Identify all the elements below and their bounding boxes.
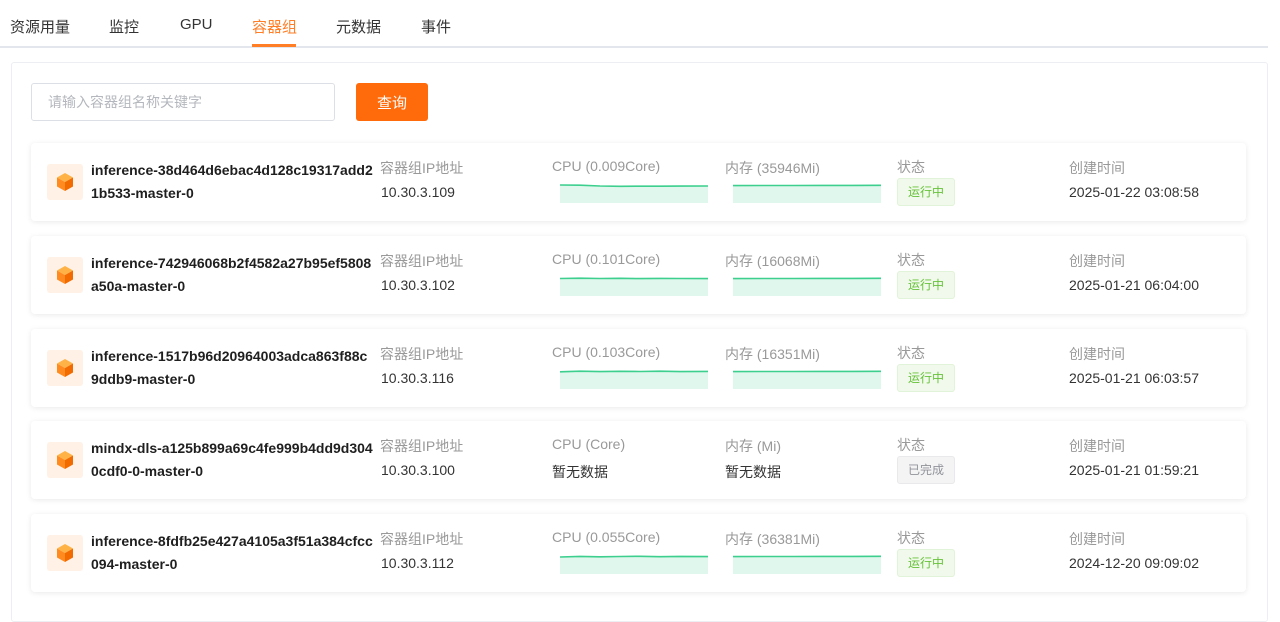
pod-name[interactable]: inference-8fdfb25e427a4105a3f51a384cfcc0… [91, 530, 373, 576]
usage-sparkline [560, 277, 708, 296]
memory-label: 内存 (36381Mi) [725, 531, 820, 547]
status-badge: 运行中 [897, 271, 956, 299]
cpu-label: CPU (0.103Core) [552, 344, 661, 360]
status-badge: 运行中 [897, 549, 956, 577]
active-tab-indicator [252, 44, 296, 47]
cpu-empty-text: 暂无数据 [552, 464, 608, 480]
cube-icon [47, 257, 83, 293]
memory-label: 内存 (16351Mi) [725, 346, 820, 362]
usage-sparkline [560, 184, 708, 203]
ip-label: 容器组IP地址 [380, 253, 464, 269]
memory-label: 内存 (35946Mi) [725, 160, 820, 176]
created-time: 2025-01-21 06:03:57 [1069, 370, 1199, 386]
created-label: 创建时间 [1069, 160, 1125, 176]
pod-name[interactable]: mindx-dls-a125b899a69c4fe999b4dd9d3040cd… [91, 437, 373, 483]
usage-sparkline [733, 184, 881, 203]
status-label: 状态 [897, 252, 925, 268]
tab-events[interactable]: 事件 [421, 16, 451, 37]
ip-label: 容器组IP地址 [380, 160, 464, 176]
tab-metadata[interactable]: 元数据 [336, 16, 381, 37]
pod-name[interactable]: inference-1517b96d20964003adca863f88c9dd… [91, 345, 373, 391]
ip-label: 容器组IP地址 [380, 346, 464, 362]
status-badge: 已完成 [897, 456, 956, 484]
pod-search-input[interactable] [31, 83, 335, 121]
created-time: 2024-12-20 09:09:02 [1069, 555, 1199, 571]
created-time: 2025-01-21 01:59:21 [1069, 462, 1199, 478]
status-label: 状态 [897, 345, 925, 361]
search-button[interactable]: 查询 [356, 83, 428, 121]
cpu-label: CPU (Core) [552, 436, 626, 452]
usage-sparkline [733, 277, 881, 296]
cpu-label: CPU (0.055Core) [552, 529, 661, 545]
tab-gpu[interactable]: GPU [180, 16, 213, 33]
pod-ip: 10.30.3.100 [381, 462, 455, 478]
pod-ip: 10.30.3.109 [381, 184, 455, 200]
status-label: 状态 [897, 159, 925, 175]
cpu-label: CPU (0.101Core) [552, 251, 661, 267]
usage-sparkline [733, 555, 881, 574]
status-label: 状态 [897, 437, 925, 453]
cube-icon [47, 350, 83, 386]
pod-name[interactable]: inference-38d464d6ebac4d128c19317add21b5… [91, 159, 373, 205]
tab-resource-usage[interactable]: 资源用量 [10, 16, 70, 37]
pod-card[interactable]: mindx-dls-a125b899a69c4fe999b4dd9d3040cd… [31, 421, 1246, 499]
pod-ip: 10.30.3.102 [381, 277, 455, 293]
cpu-label: CPU (0.009Core) [552, 158, 661, 174]
cube-icon [47, 442, 83, 478]
created-label: 创建时间 [1069, 253, 1125, 269]
ip-label: 容器组IP地址 [380, 438, 464, 454]
created-time: 2025-01-21 06:04:00 [1069, 277, 1199, 293]
usage-sparkline [560, 370, 708, 389]
memory-label: 内存 (16068Mi) [725, 253, 820, 269]
pod-ip: 10.30.3.116 [381, 370, 454, 386]
memory-empty-text: 暂无数据 [725, 464, 781, 480]
tab-monitoring[interactable]: 监控 [109, 16, 139, 37]
usage-sparkline [733, 370, 881, 389]
pod-ip: 10.30.3.112 [381, 555, 454, 571]
tab-pods[interactable]: 容器组 [252, 16, 297, 37]
status-badge: 运行中 [897, 364, 956, 392]
pod-card[interactable]: inference-1517b96d20964003adca863f88c9dd… [31, 329, 1246, 407]
status-label: 状态 [897, 530, 925, 546]
pod-card[interactable]: inference-742946068b2f4582a27b95ef5808a5… [31, 236, 1246, 314]
status-badge: 运行中 [897, 178, 956, 206]
memory-label: 内存 (Mi) [725, 438, 781, 454]
tab-bar: 资源用量 监控 GPU 容器组 元数据 事件 [0, 0, 1268, 48]
created-label: 创建时间 [1069, 438, 1125, 454]
created-label: 创建时间 [1069, 531, 1125, 547]
pod-card[interactable]: inference-8fdfb25e427a4105a3f51a384cfcc0… [31, 514, 1246, 592]
pod-card[interactable]: inference-38d464d6ebac4d128c19317add21b5… [31, 143, 1246, 221]
cube-icon [47, 535, 83, 571]
usage-sparkline [560, 555, 708, 574]
cube-icon [47, 164, 83, 200]
created-label: 创建时间 [1069, 346, 1125, 362]
created-time: 2025-01-22 03:08:58 [1069, 184, 1199, 200]
ip-label: 容器组IP地址 [380, 531, 464, 547]
pod-name[interactable]: inference-742946068b2f4582a27b95ef5808a5… [91, 252, 373, 298]
